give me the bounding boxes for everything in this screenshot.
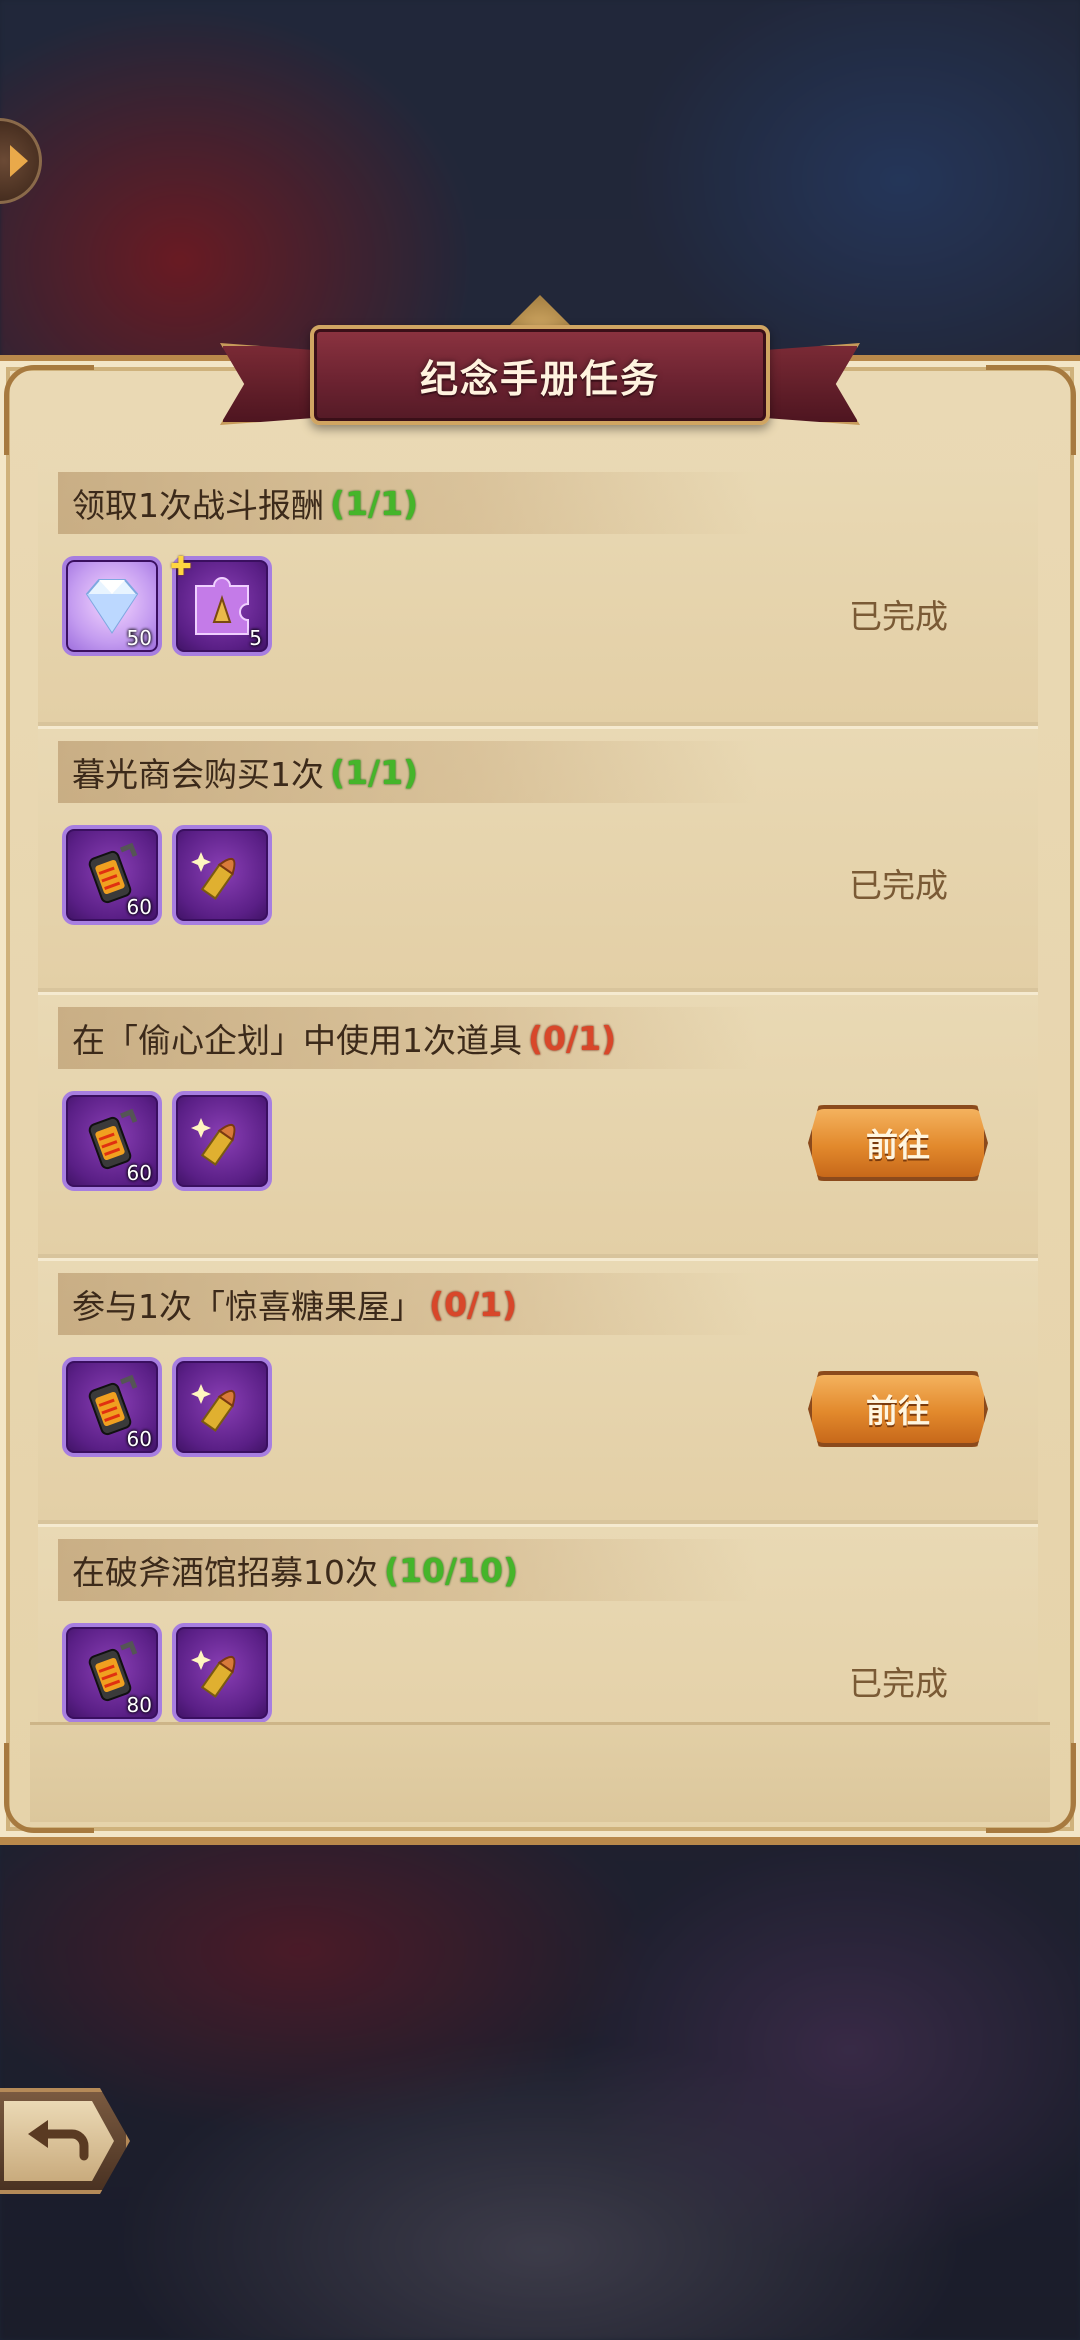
banner-ribbon: 纪念手册任务 bbox=[310, 325, 770, 425]
reward-item[interactable] bbox=[172, 1091, 272, 1191]
task-item: 在「偷心企划」中使用1次道具 (0/1) 60 前往 bbox=[38, 992, 1038, 1258]
reward-item[interactable]: ✚ 5 bbox=[170, 552, 272, 656]
reward-list: 80 bbox=[62, 1623, 272, 1722]
task-name: 暮光商会购买1次 bbox=[72, 755, 324, 794]
reward-item[interactable]: 60 bbox=[62, 825, 162, 925]
reward-item[interactable]: 50 bbox=[62, 556, 162, 656]
reward-quantity: 60 bbox=[126, 1427, 152, 1451]
reward-list: 60 bbox=[62, 1091, 272, 1191]
puzzle-fragment-icon bbox=[195, 577, 249, 635]
reward-item[interactable]: 80 bbox=[62, 1623, 162, 1722]
task-progress: (1/1) bbox=[330, 483, 419, 523]
task-list[interactable]: 领取1次战斗报酬 (1/1) 50 ✚ 5 已完成 暮光商会购买1次 (1/1)… bbox=[38, 460, 1038, 1722]
task-header: 暮光商会购买1次 (1/1) bbox=[58, 741, 758, 803]
bullet-icon bbox=[191, 1650, 236, 1698]
bullet-icon bbox=[191, 1118, 236, 1166]
title-banner: 纪念手册任务 bbox=[220, 295, 860, 435]
reward-list: 50 ✚ 5 bbox=[62, 552, 272, 656]
status-completed: 已完成 bbox=[849, 866, 948, 905]
task-header: 在破斧酒馆招募10次 (10/10) bbox=[58, 1539, 758, 1601]
plus-icon: ✚ bbox=[170, 552, 192, 582]
reward-quantity: 5 bbox=[249, 626, 262, 650]
reward-quantity: 60 bbox=[126, 1161, 152, 1185]
panel-corner-ornament bbox=[986, 365, 1076, 455]
task-progress: (10/10) bbox=[384, 1550, 519, 1590]
reward-quantity: 60 bbox=[126, 895, 152, 919]
task-header: 参与1次「惊喜糖果屋」 (0/1) bbox=[58, 1273, 758, 1335]
task-name: 在「偷心企划」中使用1次道具 bbox=[72, 1021, 522, 1060]
status-completed: 已完成 bbox=[849, 1664, 948, 1703]
task-name: 在破斧酒馆招募10次 bbox=[72, 1553, 378, 1592]
panel-footer bbox=[30, 1722, 1050, 1822]
panel-corner-ornament bbox=[4, 365, 94, 455]
task-name: 领取1次战斗报酬 bbox=[72, 486, 324, 525]
reward-quantity: 50 bbox=[126, 626, 152, 650]
arrow-right-icon bbox=[10, 145, 28, 177]
task-item: 在破斧酒馆招募10次 (10/10) 80 已完成 bbox=[38, 1524, 1038, 1722]
task-header: 在「偷心企划」中使用1次道具 (0/1) bbox=[58, 1007, 758, 1069]
return-arrow-icon bbox=[28, 2120, 89, 2161]
bullet-icon bbox=[191, 852, 236, 900]
reward-list: 60 bbox=[62, 825, 272, 925]
reward-quantity: 80 bbox=[126, 1693, 152, 1717]
page-title: 纪念手册任务 bbox=[419, 356, 660, 401]
task-name: 参与1次「惊喜糖果屋」 bbox=[72, 1287, 423, 1326]
go-button[interactable]: 前往 bbox=[808, 1105, 988, 1181]
reward-item[interactable]: 60 bbox=[62, 1091, 162, 1191]
task-item: 领取1次战斗报酬 (1/1) 50 ✚ 5 已完成 bbox=[38, 460, 1038, 726]
go-button[interactable]: 前往 bbox=[808, 1371, 988, 1447]
bullet-icon bbox=[191, 1384, 236, 1432]
task-progress: (0/1) bbox=[429, 1284, 518, 1324]
task-progress: (0/1) bbox=[528, 1018, 617, 1058]
reward-list: 60 bbox=[62, 1357, 272, 1457]
reward-item[interactable] bbox=[172, 1357, 272, 1457]
task-header: 领取1次战斗报酬 (1/1) bbox=[58, 472, 758, 534]
task-item: 暮光商会购买1次 (1/1) 60 已完成 bbox=[38, 726, 1038, 992]
status-completed: 已完成 bbox=[849, 597, 948, 636]
task-progress: (1/1) bbox=[330, 752, 419, 792]
task-item: 参与1次「惊喜糖果屋」 (0/1) 60 前往 bbox=[38, 1258, 1038, 1524]
back-button-face bbox=[4, 2101, 114, 2181]
reward-item[interactable]: 60 bbox=[62, 1357, 162, 1457]
reward-item[interactable] bbox=[172, 825, 272, 925]
reward-item[interactable] bbox=[172, 1623, 272, 1722]
